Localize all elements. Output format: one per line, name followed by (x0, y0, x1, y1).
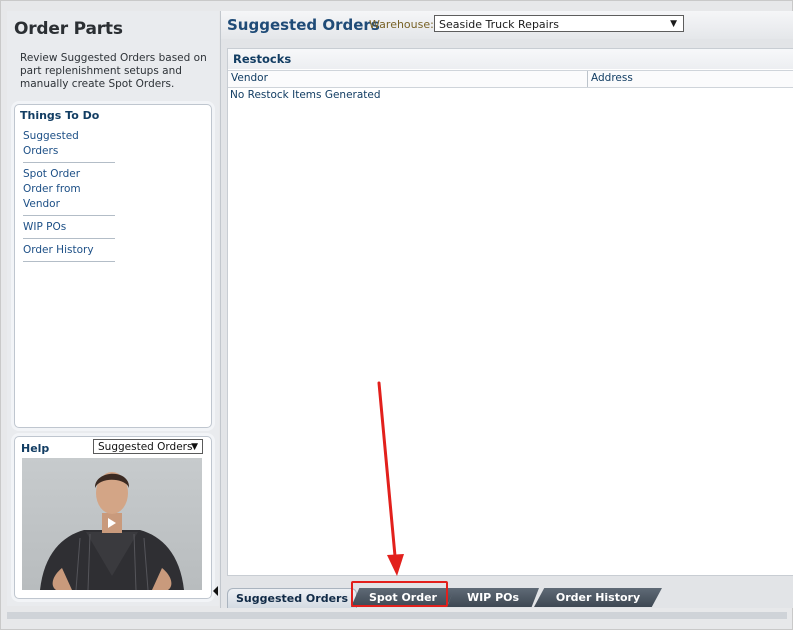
annotation-arrow (377, 381, 404, 576)
annotation-highlight-box (351, 581, 448, 607)
